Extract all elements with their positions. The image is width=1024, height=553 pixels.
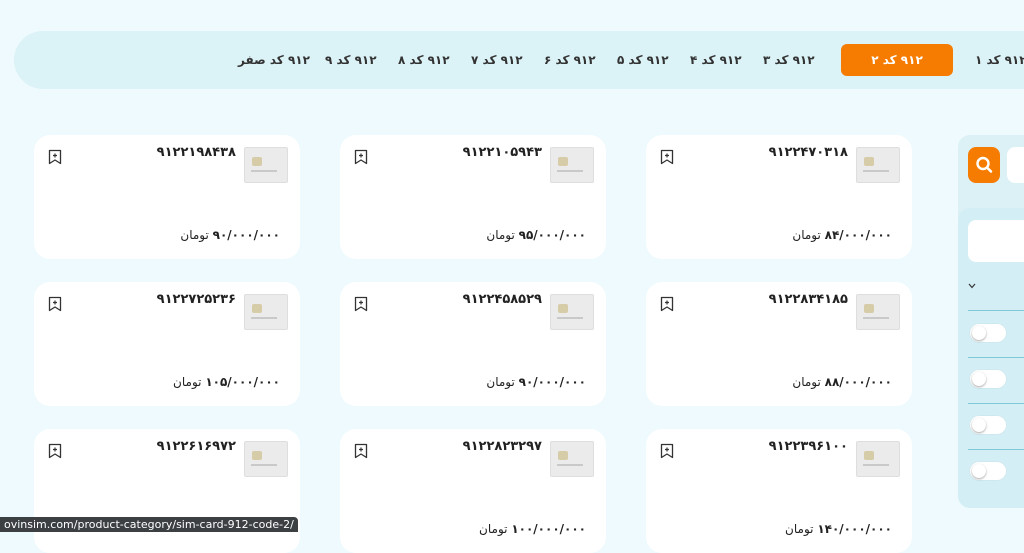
price: ۸۴/۰۰۰/۰۰۰ تومان: [792, 228, 892, 242]
sim-card-item[interactable]: ۹۱۲۲۷۲۵۲۳۶ ۱۰۵/۰۰۰/۰۰۰ تومان: [34, 282, 300, 406]
price: ۱۰۰/۰۰۰/۰۰۰ تومان: [479, 522, 586, 536]
filter-toggle-1[interactable]: [969, 323, 1007, 343]
bookmark-add-icon[interactable]: [354, 149, 368, 165]
phone-number: ۹۱۲۲۶۱۶۹۷۲: [156, 439, 236, 454]
tab-code-5[interactable]: ۹۱۲ کد ۵: [617, 44, 669, 76]
bookmark-add-icon[interactable]: [354, 443, 368, 459]
search-button[interactable]: [968, 147, 1000, 183]
filter-divider: [968, 310, 1024, 311]
filter-divider: [968, 403, 1024, 404]
phone-number: ۹۱۲۲۱۰۵۹۴۳: [462, 145, 542, 160]
phone-number: ۹۱۲۲۴۷۰۳۱۸: [768, 145, 848, 160]
sim-card-image: [244, 294, 288, 330]
chevron-down-icon[interactable]: [968, 279, 976, 292]
search-icon: [976, 156, 993, 173]
phone-number: ۹۱۲۲۸۳۴۱۸۵: [768, 292, 848, 307]
toggle-knob: [972, 418, 986, 432]
sim-card-item[interactable]: ۹۱۲۲۸۲۳۲۹۷ ۱۰۰/۰۰۰/۰۰۰ تومان: [340, 429, 606, 553]
phone-number: ۹۱۲۲۷۲۵۲۳۶: [156, 292, 236, 307]
price: ۹۰/۰۰۰/۰۰۰ تومان: [486, 375, 586, 389]
price: ۱۴۰/۰۰۰/۰۰۰ تومان: [785, 522, 892, 536]
sim-card-image: [550, 147, 594, 183]
sim-card-item[interactable]: ۹۱۲۲۴۷۰۳۱۸ ۸۴/۰۰۰/۰۰۰ تومان: [646, 135, 912, 259]
tab-code-1[interactable]: ۹۱۲ کد ۱: [975, 44, 1024, 76]
sim-card-image: [856, 147, 900, 183]
sim-card-image: [244, 441, 288, 477]
sim-card-image: [856, 441, 900, 477]
price: ۹۰/۰۰۰/۰۰۰ تومان: [180, 228, 280, 242]
toggle-knob: [972, 464, 986, 478]
search-input[interactable]: [1007, 147, 1024, 183]
bookmark-add-icon[interactable]: [48, 443, 62, 459]
bookmark-add-icon[interactable]: [660, 296, 674, 312]
filter-toggle-2[interactable]: [969, 369, 1007, 389]
bookmark-add-icon[interactable]: [660, 149, 674, 165]
filter-divider: [968, 357, 1024, 358]
sim-card-image: [856, 294, 900, 330]
price: ۸۸/۰۰۰/۰۰۰ تومان: [792, 375, 892, 389]
sim-card-image: [550, 294, 594, 330]
tab-code-9[interactable]: ۹۱۲ کد ۹: [325, 44, 377, 76]
sim-card-image: [550, 441, 594, 477]
toggle-knob: [972, 372, 986, 386]
sim-card-item[interactable]: ۹۱۲۲۱۰۵۹۴۳ ۹۵/۰۰۰/۰۰۰ تومان: [340, 135, 606, 259]
tab-code-7[interactable]: ۹۱۲ کد ۷: [471, 44, 523, 76]
tab-code-2[interactable]: ۹۱۲ کد ۲: [841, 44, 953, 76]
bookmark-add-icon[interactable]: [48, 149, 62, 165]
tab-code-3[interactable]: ۹۱۲ کد ۳: [763, 44, 815, 76]
sim-card-item[interactable]: ۹۱۲۲۱۹۸۴۳۸ ۹۰/۰۰۰/۰۰۰ تومان: [34, 135, 300, 259]
phone-number: ۹۱۲۲۳۹۶۱۰۰: [768, 439, 848, 454]
tab-code-zero[interactable]: ۹۱۲ کد صفر: [238, 44, 310, 76]
filter-field[interactable]: [968, 220, 1024, 262]
filter-divider: [968, 449, 1024, 450]
sim-card-item[interactable]: ۹۱۲۲۸۳۴۱۸۵ ۸۸/۰۰۰/۰۰۰ تومان: [646, 282, 912, 406]
sim-card-item[interactable]: ۹۱۲۲۴۵۸۵۲۹ ۹۰/۰۰۰/۰۰۰ تومان: [340, 282, 606, 406]
tab-code-8[interactable]: ۹۱۲ کد ۸: [398, 44, 450, 76]
bookmark-add-icon[interactable]: [48, 296, 62, 312]
sim-card-item[interactable]: ۹۱۲۲۶۱۶۹۷۲: [34, 429, 300, 553]
price: ۹۵/۰۰۰/۰۰۰ تومان: [486, 228, 586, 242]
bookmark-add-icon[interactable]: [660, 443, 674, 459]
filter-toggle-3[interactable]: [969, 415, 1007, 435]
phone-number: ۹۱۲۲۸۲۳۲۹۷: [462, 439, 542, 454]
tab-code-4[interactable]: ۹۱۲ کد ۴: [690, 44, 742, 76]
phone-number: ۹۱۲۲۱۹۸۴۳۸: [156, 145, 236, 160]
sim-card-image: [244, 147, 288, 183]
bookmark-add-icon[interactable]: [354, 296, 368, 312]
toggle-knob: [972, 326, 986, 340]
filter-toggle-4[interactable]: [969, 461, 1007, 481]
sim-card-item[interactable]: ۹۱۲۲۳۹۶۱۰۰ ۱۴۰/۰۰۰/۰۰۰ تومان: [646, 429, 912, 553]
phone-number: ۹۱۲۲۴۵۸۵۲۹: [462, 292, 542, 307]
link-status-bar: ovinsim.com/product-category/sim-card-91…: [0, 517, 298, 532]
price: ۱۰۵/۰۰۰/۰۰۰ تومان: [173, 375, 280, 389]
tab-code-6[interactable]: ۹۱۲ کد ۶: [544, 44, 596, 76]
